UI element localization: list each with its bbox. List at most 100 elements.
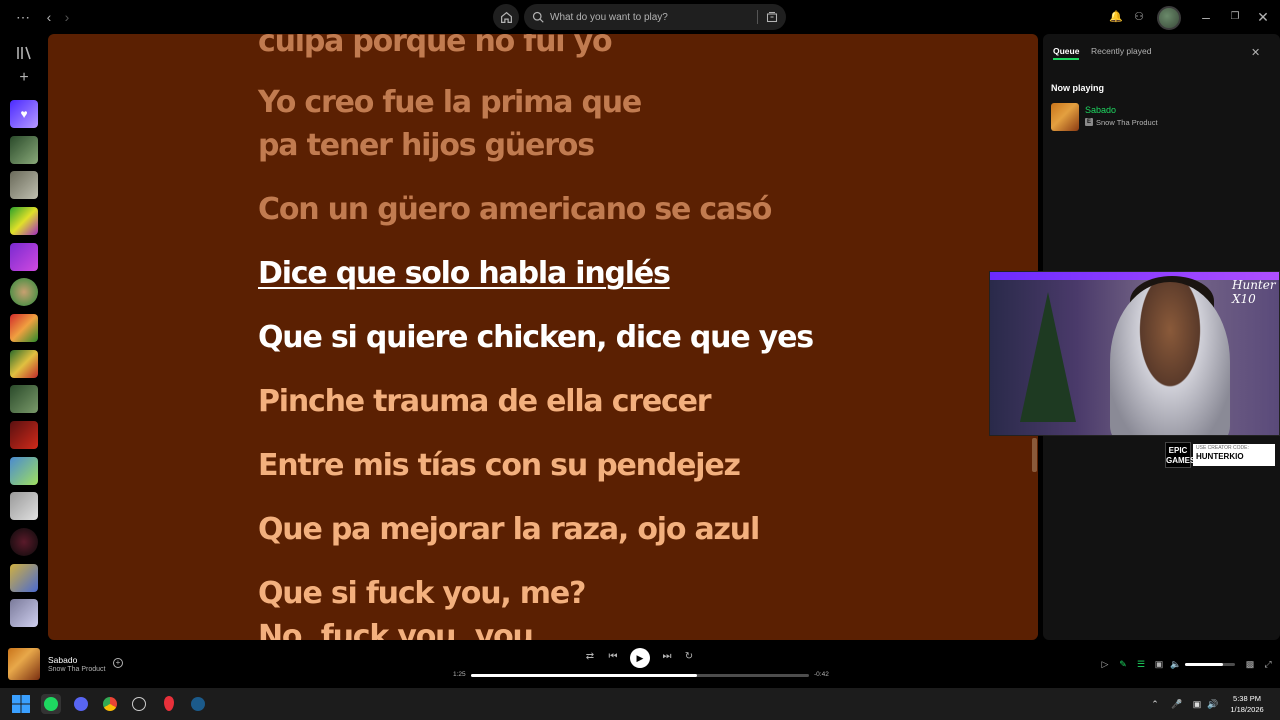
- playlist-thumb[interactable]: [10, 564, 38, 592]
- speaker-icon[interactable]: 🔊: [1207, 698, 1219, 710]
- chrome-taskbar-icon[interactable]: [100, 694, 120, 714]
- previous-icon[interactable]: ⏮: [606, 650, 620, 664]
- queue-track-artist[interactable]: Snow Tha Product: [1096, 118, 1158, 127]
- clock-date: 1/18/2026: [1230, 705, 1264, 714]
- tray-chevron-icon[interactable]: ⌃: [1149, 698, 1161, 710]
- playlist-thumb[interactable]: [10, 350, 38, 378]
- progress-bar[interactable]: [471, 674, 809, 677]
- library-icon[interactable]: [15, 44, 33, 62]
- back-icon[interactable]: ‹: [40, 8, 58, 26]
- epic-games-logo: EPIC GAMES: [1165, 442, 1195, 468]
- creator-code-label: USE CREATOR CODE:: [1196, 445, 1249, 451]
- microphone-icon[interactable]: 🎤: [1171, 698, 1183, 710]
- queue-icon[interactable]: ☰: [1135, 658, 1147, 670]
- search-bar[interactable]: [524, 4, 786, 30]
- lyric-line[interactable]: No, fuck you, you: [258, 615, 534, 640]
- miniplayer-icon[interactable]: ▩: [1244, 658, 1256, 670]
- discord-taskbar-icon[interactable]: [71, 694, 91, 714]
- taskbar: ⌃ 🎤 ▣ 🔊 5:38 PM 1/18/2026: [0, 688, 1280, 720]
- lyric-line[interactable]: pa tener hijos güeros: [258, 124, 595, 167]
- title-bar: ⋯ ‹ › 🔔 ⚇ – ❐ ✕: [0, 0, 1280, 34]
- playlist-thumb[interactable]: [10, 385, 38, 413]
- now-playing-title[interactable]: Sabado: [48, 655, 77, 665]
- playlist-thumb[interactable]: [10, 207, 38, 235]
- liked-songs-thumb[interactable]: ♥: [10, 100, 38, 128]
- playlist-thumb[interactable]: [10, 136, 38, 164]
- playlist-thumb[interactable]: [10, 457, 38, 485]
- playlist-thumb[interactable]: [10, 599, 38, 627]
- maximize-icon[interactable]: ❐: [1226, 8, 1244, 26]
- taskbar-clock[interactable]: 5:38 PM 1/18/2026: [1222, 693, 1272, 715]
- volume-fill: [1185, 663, 1223, 666]
- lyric-line-active[interactable]: Que si quiere chicken, dice que yes: [258, 316, 814, 359]
- bell-icon[interactable]: 🔔: [1107, 8, 1125, 26]
- playlist-thumb[interactable]: [10, 314, 38, 342]
- search-icon: [532, 11, 544, 23]
- search-divider: [757, 10, 758, 24]
- spotify-taskbar-icon[interactable]: [41, 694, 61, 714]
- browse-icon[interactable]: [766, 11, 778, 23]
- lyrics-scrollbar[interactable]: [1032, 438, 1037, 472]
- lyric-line[interactable]: Entre mis tías con su pendejez: [258, 444, 741, 487]
- close-icon[interactable]: ✕: [1254, 8, 1272, 26]
- lyrics-icon[interactable]: ✎: [1117, 658, 1129, 670]
- elapsed-time: 1:25: [453, 671, 466, 678]
- lyric-line-hovered[interactable]: Dice que solo habla inglés: [258, 252, 671, 295]
- progress-fill: [471, 674, 698, 677]
- playlist-thumb[interactable]: [10, 421, 38, 449]
- lyrics-panel: culpa porque no fui yo Yo creo fue la pr…: [48, 34, 1038, 640]
- tab-active-indicator: [1053, 58, 1079, 60]
- more-icon[interactable]: ⋯: [14, 8, 32, 26]
- riot-taskbar-icon[interactable]: [159, 694, 179, 714]
- playlist-thumb[interactable]: [10, 243, 38, 271]
- webcam-overlay: Hunter X10: [989, 271, 1280, 436]
- lyric-line[interactable]: Pinche trauma de ella crecer: [258, 380, 712, 423]
- artist-thumb[interactable]: [10, 278, 38, 306]
- connect-device-icon[interactable]: ▣: [1153, 658, 1165, 670]
- now-playing-cover[interactable]: [8, 648, 40, 680]
- creator-code-badge: EPIC GAMES USE CREATOR CODE: HUNTERKIO: [1165, 442, 1275, 468]
- now-playing-view-icon[interactable]: ▷: [1099, 658, 1111, 670]
- next-icon[interactable]: ⏭: [660, 650, 674, 664]
- plus-icon[interactable]: +: [14, 68, 34, 88]
- lyric-line[interactable]: culpa porque no fui yo: [258, 34, 613, 63]
- network-icon[interactable]: ▣: [1191, 698, 1203, 710]
- lyric-line[interactable]: Que si fuck you, me?: [258, 572, 586, 615]
- volume-slider[interactable]: [1185, 663, 1235, 666]
- steam-taskbar-icon[interactable]: [188, 694, 208, 714]
- home-button[interactable]: [493, 4, 519, 30]
- lyric-line[interactable]: Yo creo fue la prima que: [258, 81, 642, 124]
- tab-queue[interactable]: Queue: [1053, 46, 1079, 56]
- forward-icon[interactable]: ›: [58, 8, 76, 26]
- close-queue-icon[interactable]: ✕: [1251, 46, 1260, 59]
- search-input[interactable]: [550, 8, 750, 26]
- remaining-time: -0:42: [814, 671, 829, 678]
- avatar[interactable]: [1157, 6, 1181, 30]
- friends-icon[interactable]: ⚇: [1130, 8, 1148, 26]
- shuffle-icon[interactable]: ⇄: [583, 650, 597, 664]
- creator-code: HUNTERKIO: [1196, 452, 1244, 461]
- play-button[interactable]: ▶: [630, 648, 650, 668]
- fullscreen-icon[interactable]: ⤢: [1262, 658, 1274, 670]
- repeat-icon[interactable]: ↻: [682, 650, 696, 664]
- queue-track-title[interactable]: Sabado: [1085, 105, 1116, 115]
- streamer: [1110, 282, 1230, 435]
- playlist-thumb[interactable]: [10, 171, 38, 199]
- artist-thumb[interactable]: [10, 528, 38, 556]
- creator-code-box: USE CREATOR CODE: HUNTERKIO: [1193, 444, 1275, 466]
- tab-recently-played[interactable]: Recently played: [1091, 46, 1151, 56]
- now-playing-artist[interactable]: Snow Tha Product: [48, 666, 105, 673]
- lyric-line[interactable]: Que pa mejorar la raza, ojo azul: [258, 508, 760, 551]
- now-playing-heading: Now playing: [1051, 83, 1105, 93]
- explicit-badge: E: [1085, 118, 1093, 126]
- windows-start-icon[interactable]: [11, 694, 31, 714]
- playlist-thumb[interactable]: [10, 492, 38, 520]
- volume-icon[interactable]: 🔈: [1170, 658, 1182, 670]
- clock-time: 5:38 PM: [1233, 694, 1261, 703]
- queue-track-cover[interactable]: [1051, 103, 1079, 131]
- minimize-icon[interactable]: –: [1197, 8, 1215, 26]
- player-bar: Sabado Snow Tha Product + ⇄ ⏮ ▶ ⏭ ↻ 1:25…: [0, 640, 1280, 688]
- lyric-line[interactable]: Con un güero americano se casó: [258, 188, 772, 231]
- obs-taskbar-icon[interactable]: [129, 694, 149, 714]
- add-to-library-icon[interactable]: +: [113, 658, 123, 668]
